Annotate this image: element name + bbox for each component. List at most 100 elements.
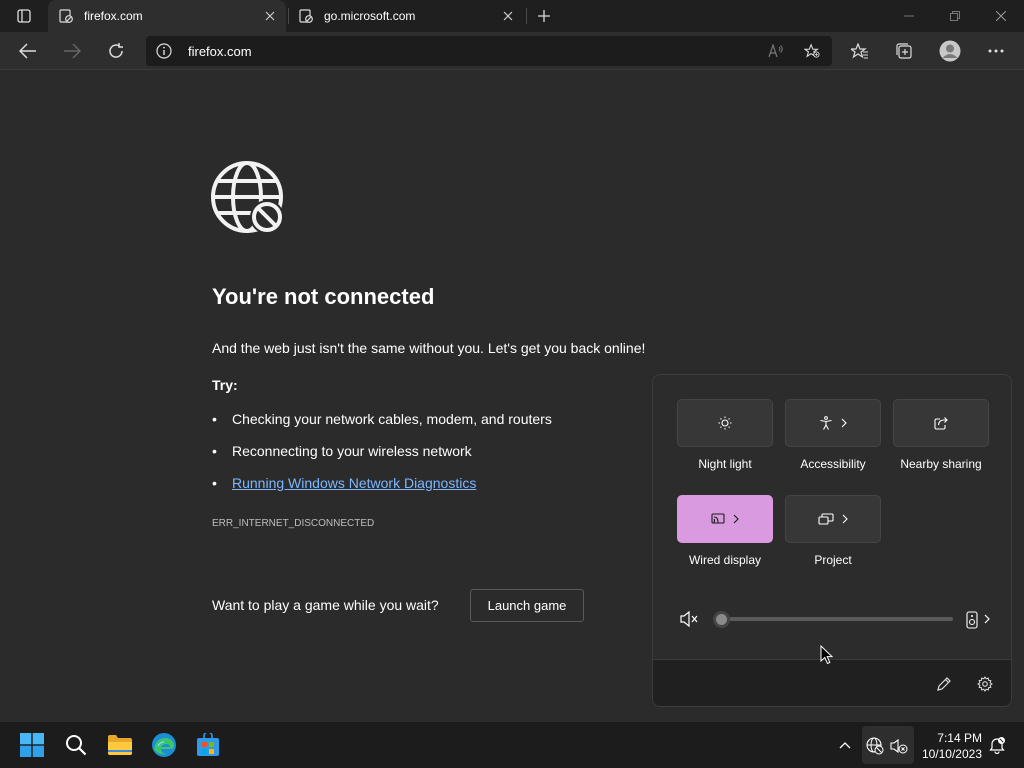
suggestions-list: • Checking your network cables, modem, a… [212, 411, 632, 507]
chevron-right-icon [841, 418, 847, 428]
network-diagnostics-link[interactable]: Running Windows Network Diagnostics [232, 475, 476, 491]
file-explorer-button[interactable] [105, 730, 135, 760]
bullet: • [212, 443, 217, 459]
settings-more-button[interactable] [981, 36, 1011, 66]
minimize-button[interactable] [886, 0, 932, 32]
wired-display-toggle[interactable] [677, 495, 773, 543]
arrow-right-icon [64, 43, 81, 59]
tab-firefox[interactable]: firefox.com [48, 0, 286, 32]
network-disconnected-icon [866, 737, 884, 755]
bullet: • [212, 475, 217, 491]
night-light-toggle[interactable] [677, 399, 773, 447]
back-button[interactable] [13, 36, 43, 66]
clock[interactable]: 7:14 PM 10/10/2023 [912, 730, 982, 762]
gear-icon [977, 676, 993, 692]
edge-icon [152, 733, 176, 757]
start-button[interactable] [17, 730, 47, 760]
chevron-right-icon [733, 514, 739, 524]
mouse-cursor-icon [820, 645, 834, 665]
edit-quick-settings-button[interactable] [933, 673, 955, 695]
date: 10/10/2023 [921, 747, 982, 761]
page-error-favicon-icon [298, 8, 314, 24]
chevron-right-icon [842, 514, 848, 524]
tab-divider [526, 8, 527, 24]
taskbar: 7:14 PM 10/10/2023 [0, 721, 1024, 768]
info-icon[interactable] [156, 43, 172, 59]
all-settings-button[interactable] [974, 673, 996, 695]
favorites-button[interactable] [845, 36, 875, 66]
tile-label: Night light [698, 457, 752, 471]
collections-icon [896, 43, 912, 59]
time: 7:14 PM [937, 731, 982, 745]
toolbar: firefox.com [0, 32, 1024, 70]
address-bar[interactable]: firefox.com [146, 36, 832, 66]
launch-game-button[interactable]: Launch game [470, 589, 584, 622]
error-subtitle: And the web just isn't the same without … [212, 340, 646, 356]
bullet: • [212, 411, 217, 427]
collections-button[interactable] [889, 36, 919, 66]
restore-button[interactable] [932, 0, 978, 32]
notifications-button[interactable] [986, 734, 1008, 756]
volume-muted-icon [890, 738, 908, 754]
accessibility-icon [820, 416, 832, 430]
search-icon [66, 735, 87, 756]
arrow-left-icon [19, 43, 36, 59]
game-prompt: Want to play a game while you wait? [212, 597, 439, 613]
tab-actions-icon [17, 9, 31, 23]
show-hidden-icons-button[interactable] [834, 734, 856, 756]
tile-label: Nearby sharing [900, 457, 982, 471]
page-error-favicon-icon [58, 8, 74, 24]
chevron-up-icon [839, 742, 851, 749]
speaker-device-icon[interactable] [965, 611, 979, 629]
edge-button[interactable] [149, 730, 179, 760]
quick-settings-tray-button[interactable] [862, 726, 914, 764]
refresh-button[interactable] [101, 36, 131, 66]
volume-slider-thumb[interactable] [713, 611, 730, 628]
close-window-button[interactable] [978, 0, 1024, 32]
url-text[interactable]: firefox.com [188, 44, 252, 59]
tile-label: Accessibility [800, 457, 866, 471]
tab-go-microsoft[interactable]: go.microsoft.com [288, 0, 524, 32]
windows-logo-icon [20, 733, 44, 757]
error-code: ERR_INTERNET_DISCONNECTED [212, 518, 375, 529]
close-tab-icon[interactable] [262, 8, 278, 24]
close-icon [996, 11, 1006, 21]
forward-button[interactable] [57, 36, 87, 66]
plus-icon [538, 10, 550, 22]
list-item: • Checking your network cables, modem, a… [212, 411, 632, 443]
list-item: • Running Windows Network Diagnostics [212, 475, 632, 507]
search-button[interactable] [61, 730, 91, 760]
profile-button[interactable] [935, 36, 965, 66]
quick-settings-footer [653, 659, 1011, 706]
add-favorite-icon[interactable] [804, 43, 820, 59]
more-dots-icon [988, 49, 1004, 53]
store-icon [197, 733, 219, 756]
folder-icon [108, 735, 132, 755]
chevron-right-icon[interactable] [982, 612, 992, 626]
list-item: • Reconnecting to your wireless network [212, 443, 632, 475]
tile-label: Wired display [688, 553, 762, 567]
read-aloud-icon[interactable] [768, 43, 784, 59]
suggestion-text: Checking your network cables, modem, and… [232, 411, 552, 427]
globe-blocked-icon [211, 161, 284, 234]
tab-title: firefox.com [84, 9, 143, 23]
avatar-icon [939, 40, 961, 62]
notification-bell-icon [989, 737, 1005, 754]
nearby-sharing-toggle[interactable] [893, 399, 989, 447]
error-title: You're not connected [212, 284, 435, 309]
project-toggle[interactable] [785, 495, 881, 543]
cast-icon [711, 513, 725, 524]
pencil-icon [937, 677, 951, 691]
tab-actions-button[interactable] [6, 4, 42, 28]
store-button[interactable] [193, 730, 223, 760]
project-icon [818, 513, 834, 525]
restore-icon [950, 11, 960, 21]
close-tab-icon[interactable] [500, 8, 516, 24]
refresh-icon [109, 43, 123, 58]
share-icon [934, 417, 948, 430]
tab-title: go.microsoft.com [324, 9, 416, 23]
new-tab-button[interactable] [532, 4, 556, 28]
volume-slider-track[interactable] [723, 617, 953, 621]
accessibility-toggle[interactable] [785, 399, 881, 447]
volume-muted-icon[interactable] [679, 609, 699, 629]
